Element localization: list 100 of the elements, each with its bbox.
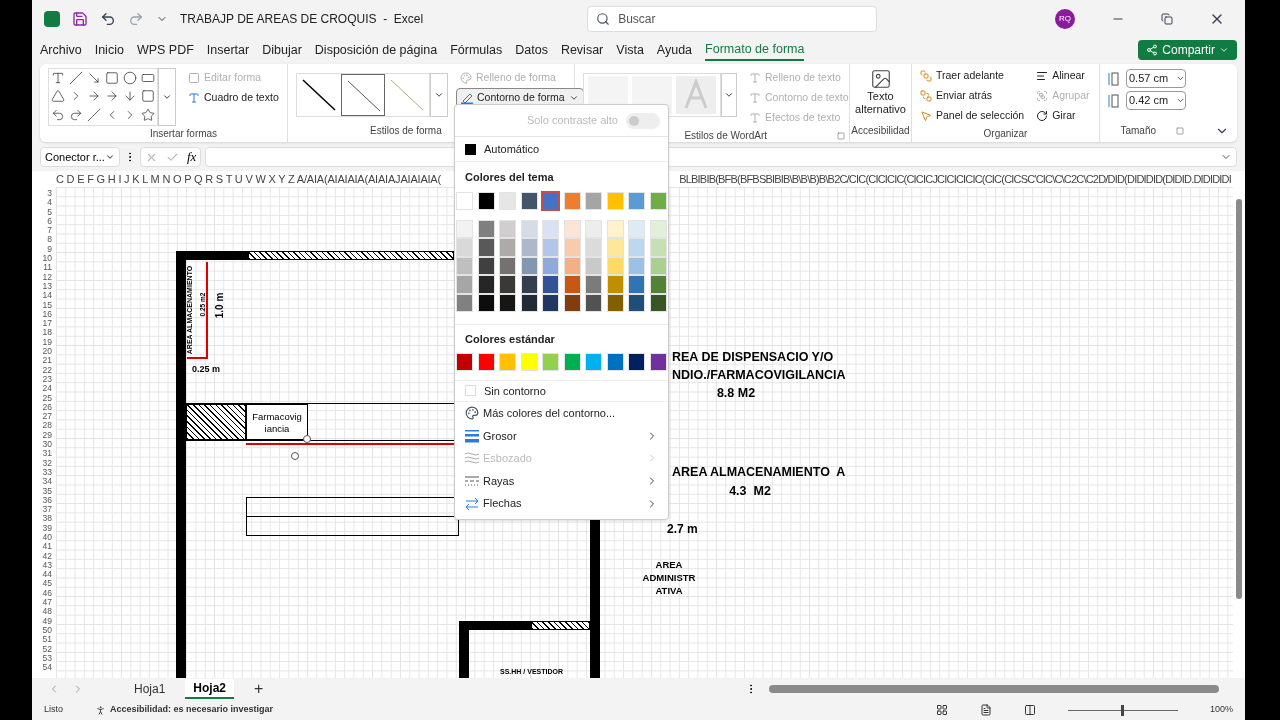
color-swatch[interactable] <box>542 352 560 371</box>
rounded-rectangle-icon[interactable] <box>141 71 155 85</box>
color-swatch[interactable] <box>563 238 581 257</box>
color-swatch[interactable] <box>563 219 581 239</box>
undo-icon[interactable] <box>100 11 116 27</box>
ribbon-button[interactable]: Traer adelante <box>916 66 1029 86</box>
color-swatch[interactable] <box>542 219 560 239</box>
restore-icon[interactable] <box>1161 13 1173 25</box>
color-swatch[interactable] <box>499 191 517 210</box>
color-swatch[interactable] <box>649 293 667 313</box>
color-swatch[interactable] <box>585 219 603 239</box>
sheet-tab[interactable]: Hoja2 <box>185 679 235 699</box>
color-swatch[interactable] <box>477 238 495 257</box>
share-button[interactable]: Compartir <box>1138 40 1237 60</box>
spinner-icon[interactable] <box>1176 74 1185 83</box>
color-swatch[interactable] <box>628 238 646 257</box>
ribbon-tab[interactable]: Disposición de página <box>314 39 438 61</box>
name-box[interactable]: Conector r... <box>40 147 120 167</box>
color-swatch[interactable] <box>520 352 538 371</box>
color-swatch[interactable] <box>585 275 603 294</box>
save-icon[interactable] <box>72 11 88 27</box>
ribbon-tab[interactable]: Datos <box>515 39 548 61</box>
menu-item[interactable]: Flechas <box>455 492 668 515</box>
color-swatch[interactable] <box>542 191 560 210</box>
ribbon-button[interactable]: Cuadro de texto <box>184 88 283 108</box>
ribbon-tab[interactable]: WPS PDF <box>136 39 194 61</box>
user-avatar[interactable]: RQ <box>1055 9 1075 29</box>
color-swatch[interactable] <box>499 238 517 257</box>
color-swatch[interactable] <box>477 293 495 313</box>
color-swatch[interactable] <box>499 352 517 371</box>
alt-text-button[interactable]: Texto alternativo <box>852 64 909 123</box>
ribbon-tab[interactable]: Ayuda <box>656 39 693 61</box>
ribbon-button[interactable]: Panel de selección <box>916 106 1029 126</box>
color-swatch[interactable] <box>456 275 474 294</box>
color-swatch[interactable] <box>649 219 667 239</box>
color-swatch[interactable] <box>477 352 495 371</box>
text-box-icon[interactable] <box>51 71 65 85</box>
color-swatch[interactable] <box>563 275 581 294</box>
color-swatch[interactable] <box>649 256 667 276</box>
color-swatch[interactable] <box>499 219 517 239</box>
color-swatch[interactable] <box>542 238 560 257</box>
page-layout-icon[interactable] <box>979 704 992 716</box>
color-swatch[interactable] <box>628 219 646 239</box>
triangle-icon[interactable] <box>51 89 65 104</box>
page-break-icon[interactable] <box>1023 704 1036 716</box>
color-swatch[interactable] <box>606 293 624 313</box>
size-field[interactable]: 0.57 cm <box>1126 69 1186 88</box>
down-arrow-icon[interactable] <box>123 89 137 104</box>
color-swatch[interactable] <box>606 352 624 371</box>
color-swatch[interactable] <box>477 275 495 294</box>
ribbon-button[interactable]: Alinear <box>1032 66 1094 86</box>
color-swatch[interactable] <box>456 238 474 257</box>
ribbon-tab[interactable]: Revisar <box>560 39 604 61</box>
color-swatch[interactable] <box>606 275 624 294</box>
color-swatch[interactable] <box>456 219 474 239</box>
color-swatch[interactable] <box>520 191 538 210</box>
color-swatch[interactable] <box>649 191 667 210</box>
horizontal-scrollbar[interactable] <box>769 685 1219 693</box>
color-swatch[interactable] <box>606 256 624 276</box>
color-swatch[interactable] <box>585 191 603 210</box>
slider-thumb[interactable] <box>1121 704 1125 716</box>
dialog-launcher-icon[interactable] <box>1176 126 1184 135</box>
ribbon-tab[interactable]: Insertar <box>206 39 250 61</box>
ribbon-tab[interactable]: Dibujar <box>262 39 302 61</box>
color-swatch[interactable] <box>520 275 538 294</box>
color-swatch[interactable] <box>477 256 495 276</box>
color-swatch[interactable] <box>520 219 538 239</box>
color-swatch[interactable] <box>606 191 624 210</box>
normal-view-icon[interactable] <box>935 704 948 716</box>
color-swatch[interactable] <box>499 275 517 294</box>
accessibility-status[interactable]: Accesibilidad: es necesario investigar <box>110 703 274 717</box>
color-swatch[interactable] <box>649 275 667 294</box>
dialog-launcher-icon[interactable] <box>837 131 845 140</box>
size-field[interactable]: 0.42 cm <box>1126 91 1186 110</box>
rectangle-icon[interactable] <box>105 71 119 85</box>
menu-item[interactable]: Más colores del contorno... <box>455 401 668 425</box>
color-swatch[interactable] <box>585 238 603 257</box>
ribbon-tab[interactable]: Archivo <box>40 39 82 61</box>
menu-item[interactable]: Grosor <box>455 424 668 448</box>
color-swatch[interactable] <box>563 293 581 313</box>
menu-item[interactable]: Sin contorno <box>455 380 668 402</box>
sheet-tab[interactable]: Hoja1 <box>126 679 174 699</box>
arrow-line-icon[interactable] <box>87 71 101 85</box>
color-swatch[interactable] <box>649 352 667 371</box>
add-sheet-button[interactable]: + <box>254 677 264 701</box>
color-swatch[interactable] <box>628 275 646 294</box>
color-swatch[interactable] <box>456 191 474 210</box>
star-icon[interactable] <box>141 107 155 122</box>
zoom-slider[interactable] <box>1067 704 1178 716</box>
color-swatch[interactable] <box>520 256 538 276</box>
color-swatch[interactable] <box>585 352 603 371</box>
ribbon-tab[interactable]: Vista <box>616 39 644 61</box>
oval-icon[interactable] <box>123 71 137 85</box>
ribbon-button[interactable]: Girar <box>1032 106 1094 126</box>
line-icon[interactable] <box>69 71 83 85</box>
ribbon-tab[interactable]: Inicio <box>94 39 124 61</box>
redo-icon[interactable] <box>128 11 144 27</box>
menu-item[interactable]: Rayas <box>455 469 668 493</box>
color-swatch[interactable] <box>520 293 538 313</box>
color-swatch[interactable] <box>606 219 624 239</box>
